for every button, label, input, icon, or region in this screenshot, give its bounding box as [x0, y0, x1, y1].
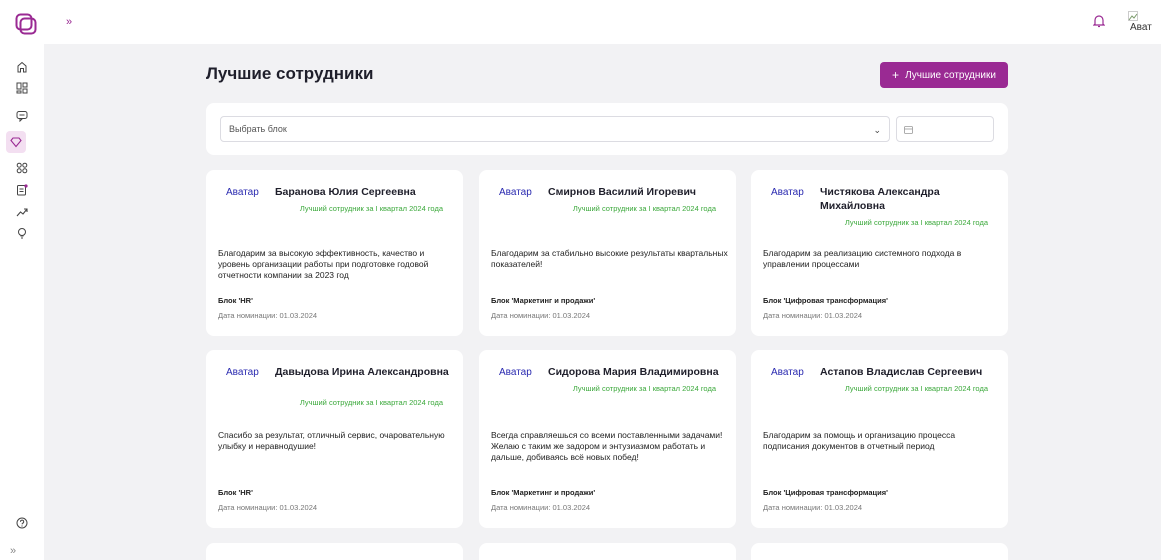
- card-block: Блок 'Маркетинг и продажи': [491, 488, 596, 497]
- employee-card-partial[interactable]: [479, 543, 736, 560]
- avatar: Аватар: [499, 367, 532, 378]
- broken-image-icon: [1128, 11, 1138, 21]
- sidebar-item-grid[interactable]: [0, 157, 44, 179]
- collapse-sidebar-button[interactable]: »: [10, 545, 16, 557]
- card-description: Благодарим за реализацию системного подх…: [763, 248, 962, 269]
- employee-card-partial[interactable]: [206, 543, 463, 560]
- chart-icon: [16, 208, 28, 217]
- award-subtitle: Лучший сотрудник за I квартал 2024 года: [299, 398, 443, 407]
- employee-name: Баранова Юлия Сергеевна: [275, 186, 416, 198]
- card-date: Дата номинации: 01.03.2024: [491, 503, 591, 512]
- employee-card[interactable]: Аватар Сидорова Мария Владимировна Лучши…: [479, 350, 736, 528]
- sidebar: [0, 44, 44, 560]
- card-date: Дата номинации: 01.03.2024: [218, 311, 318, 320]
- employee-name: Чистякова Александра Михайловна: [820, 186, 940, 212]
- sidebar-item-chat[interactable]: [0, 105, 44, 127]
- employee-card[interactable]: Аватар Баранова Юлия Сергеевна Лучший со…: [206, 170, 463, 336]
- card-date: Дата номинации: 01.03.2024: [763, 311, 863, 320]
- plus-icon: +: [892, 68, 900, 82]
- logo-icon[interactable]: [15, 13, 37, 35]
- award-subtitle: Лучший сотрудник за I квартал 2024 года: [572, 384, 716, 393]
- avatar: Аватар: [499, 187, 532, 198]
- avatar: Аватар: [226, 367, 259, 378]
- award-subtitle: Лучший сотрудник за I квартал 2024 года: [572, 204, 716, 213]
- sidebar-item-chart[interactable]: [0, 201, 44, 223]
- sidebar-item-help[interactable]: [0, 512, 44, 534]
- chevron-down-icon: ⌄: [873, 125, 881, 135]
- award-subtitle: Лучший сотрудник за I квартал 2024 года: [844, 218, 988, 227]
- card-block: Блок 'Цифровая трансформация': [763, 296, 888, 305]
- employee-name: Смирнов Василий Игоревич: [548, 186, 697, 198]
- diamond-icon: [10, 137, 22, 148]
- dashboard-icon: [16, 82, 28, 94]
- avatar: Аватар: [226, 187, 259, 198]
- block-select-placeholder: Выбрать блок: [229, 124, 287, 134]
- card-date: Дата номинации: 01.03.2024: [218, 503, 318, 512]
- card-date: Дата номинации: 01.03.2024: [491, 311, 591, 320]
- employee-name: Сидорова Мария Владимировна: [548, 366, 719, 378]
- employee-card[interactable]: Аватар Смирнов Василий Игоревич Лучший с…: [479, 170, 736, 336]
- home-icon: [17, 61, 27, 73]
- sidebar-item-ideas[interactable]: [0, 222, 44, 244]
- block-select[interactable]: Выбрать блок ⌄: [220, 116, 890, 142]
- award-subtitle: Лучший сотрудник за I квартал 2024 года: [844, 384, 988, 393]
- card-description: Благодарим за стабильно высокие результа…: [491, 248, 728, 269]
- card-block: Блок 'Цифровая трансформация': [763, 488, 888, 497]
- top-bar: » Ават: [0, 0, 1161, 44]
- employee-card-partial[interactable]: [751, 543, 1008, 560]
- award-subtitle: Лучший сотрудник за I квартал 2024 года: [299, 204, 443, 213]
- bell-icon[interactable]: [1093, 14, 1105, 28]
- card-description: Спасибо за результат, отличный сервис, о…: [218, 430, 445, 451]
- calendar-icon: [904, 126, 913, 134]
- employee-name: Давыдова Ирина Александровна: [275, 366, 449, 378]
- help-icon: [16, 517, 28, 529]
- expand-sidebar-button[interactable]: »: [66, 16, 72, 28]
- page-title: Лучшие сотрудники: [206, 64, 374, 83]
- card-block: Блок 'Маркетинг и продажи': [491, 296, 596, 305]
- document-icon: [17, 184, 28, 196]
- sidebar-item-document[interactable]: [0, 179, 44, 201]
- user-avatar[interactable]: Ават: [1128, 11, 1158, 35]
- card-block: Блок 'HR': [218, 488, 253, 497]
- grid-icon: [16, 162, 28, 174]
- card-description: Благодарим за высокую эффективность, кач…: [218, 248, 429, 280]
- chat-icon: [16, 111, 28, 122]
- lightbulb-icon: [18, 228, 26, 239]
- avatar: Аватар: [771, 187, 804, 198]
- sidebar-item-home[interactable]: [0, 56, 44, 78]
- date-input[interactable]: [896, 116, 994, 142]
- avatar: Аватар: [771, 367, 804, 378]
- sidebar-item-dashboard[interactable]: [0, 77, 44, 99]
- employee-name: Астапов Владислав Сергеевич: [820, 366, 983, 378]
- card-date: Дата номинации: 01.03.2024: [763, 503, 863, 512]
- card-block: Блок 'HR': [218, 296, 253, 305]
- avatar-alt-text: Ават: [1130, 22, 1152, 33]
- filter-panel: Выбрать блок ⌄: [206, 103, 1008, 155]
- card-description: Всегда справляешься со всеми поставленны…: [491, 430, 723, 462]
- employee-card[interactable]: Аватар Давыдова Ирина Александровна Лучш…: [206, 350, 463, 528]
- employee-card[interactable]: Аватар Чистякова Александра Михайловна Л…: [751, 170, 1008, 336]
- sidebar-item-diamond[interactable]: [6, 131, 26, 153]
- card-description: Благодарим за помощь и организацию проце…: [763, 430, 956, 451]
- add-best-employee-button[interactable]: + Лучшие сотрудники: [880, 62, 1008, 88]
- employee-card[interactable]: Аватар Астапов Владислав Сергеевич Лучши…: [751, 350, 1008, 528]
- add-button-label: Лучшие сотрудники: [905, 69, 996, 81]
